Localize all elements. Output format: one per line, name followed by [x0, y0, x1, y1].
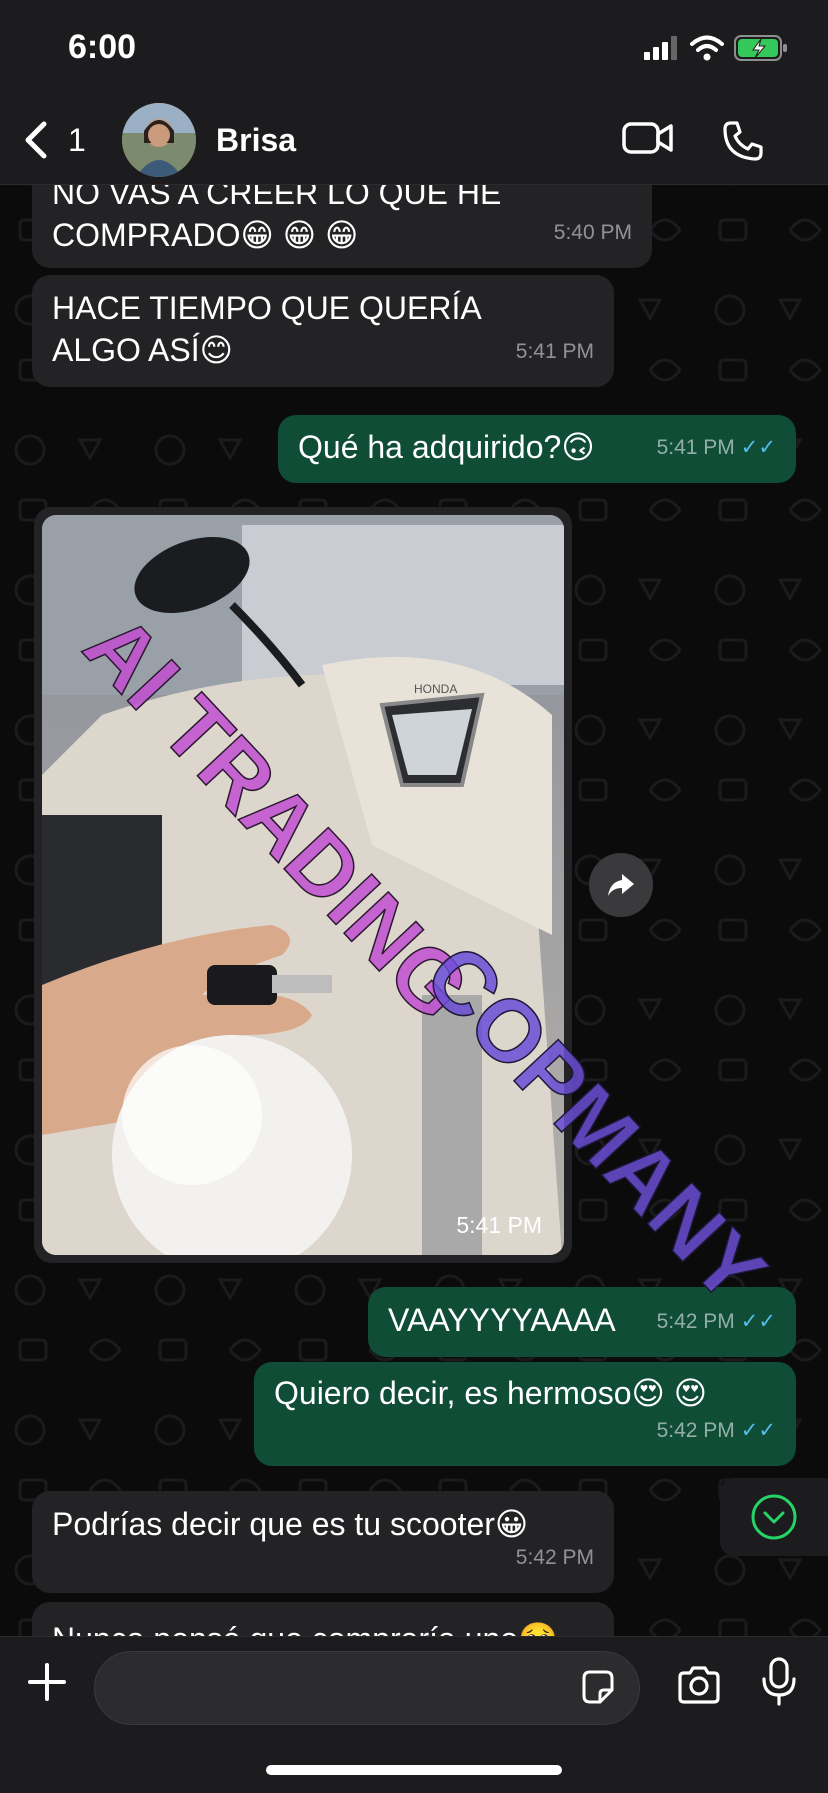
camera-icon: [678, 1666, 720, 1704]
signal-icon: [644, 36, 677, 60]
scroll-to-bottom-button[interactable]: [720, 1478, 828, 1556]
message-time: 5:42 PM: [515, 1546, 594, 1569]
status-time: 6:00: [68, 28, 137, 66]
outgoing-message[interactable]: Quiero decir, es hermoso😍 😍 5:42 PM ✓✓: [254, 1362, 796, 1466]
message-time: 5:41 PM ✓✓: [657, 427, 776, 469]
contact-name[interactable]: Brisa: [216, 122, 296, 159]
read-ticks-icon: ✓✓: [740, 1310, 776, 1333]
back-button[interactable]: 1: [22, 120, 86, 160]
read-ticks-icon: ✓✓: [740, 1419, 776, 1442]
wifi-icon: [690, 35, 724, 61]
avatar[interactable]: [122, 103, 196, 177]
message-list[interactable]: NO VAS A CREER LO QUE HE COMPRADO😁 😁 😁 5…: [0, 0, 828, 1792]
message-time: 5:42 PM ✓✓: [657, 1301, 776, 1343]
read-ticks-icon: ✓✓: [740, 436, 776, 459]
status-bar: 6:00: [0, 0, 828, 100]
sticker-icon: [582, 1670, 614, 1704]
chevron-down-icon: [751, 1494, 797, 1540]
message-input[interactable]: [94, 1651, 640, 1725]
message-text: Podrías decir que es tu scooter😀: [52, 1506, 529, 1542]
incoming-message[interactable]: HACE TIEMPO QUE QUERÍA ALGO ASÍ😊 5:41 PM: [32, 275, 614, 387]
message-time: 5:42 PM ✓✓: [657, 1410, 776, 1452]
status-icons: [644, 34, 790, 62]
outgoing-message[interactable]: Qué ha adquirido?🙃 5:41 PM ✓✓: [278, 415, 796, 483]
chevron-left-icon: [25, 121, 47, 159]
unread-count: 1: [68, 121, 86, 158]
microphone-button[interactable]: [760, 1657, 798, 1712]
message-time: 5:40 PM: [553, 221, 632, 244]
microphone-icon: [762, 1657, 796, 1706]
plus-icon: [28, 1663, 66, 1701]
forward-button[interactable]: [589, 853, 653, 917]
message-text: HACE TIEMPO QUE QUERÍA ALGO ASÍ😊: [52, 290, 480, 368]
image-time: 5:41 PM: [456, 1212, 542, 1238]
video-call-button[interactable]: [622, 118, 674, 163]
scooter-photo[interactable]: HONDA 5:41 PM: [42, 515, 564, 1255]
image-message[interactable]: HONDA 5:41 PM: [34, 507, 572, 1263]
message-time: 5:41 PM: [515, 340, 594, 363]
message-text: Quiero decir, es hermoso😍 😍: [274, 1375, 708, 1411]
voice-call-button[interactable]: [722, 120, 764, 167]
battery-charging-icon: [734, 35, 787, 61]
outgoing-message[interactable]: VAAYYYYAAAA 5:42 PM ✓✓: [368, 1287, 796, 1357]
sticker-button[interactable]: [578, 1668, 618, 1713]
chat-header: 1 Brisa: [0, 100, 828, 185]
phone-icon: [723, 121, 763, 161]
camera-button[interactable]: [676, 1665, 722, 1710]
composer-bar: [0, 1636, 828, 1793]
photo-illustration: HONDA: [42, 515, 564, 1255]
home-indicator: [266, 1765, 562, 1775]
forward-icon: [608, 874, 634, 896]
video-camera-icon: [622, 122, 673, 154]
svg-text:HONDA: HONDA: [414, 682, 457, 696]
attach-button[interactable]: [26, 1661, 68, 1708]
avatar-image: [122, 103, 196, 177]
incoming-message[interactable]: Podrías decir que es tu scooter😀 5:42 PM: [32, 1491, 614, 1593]
